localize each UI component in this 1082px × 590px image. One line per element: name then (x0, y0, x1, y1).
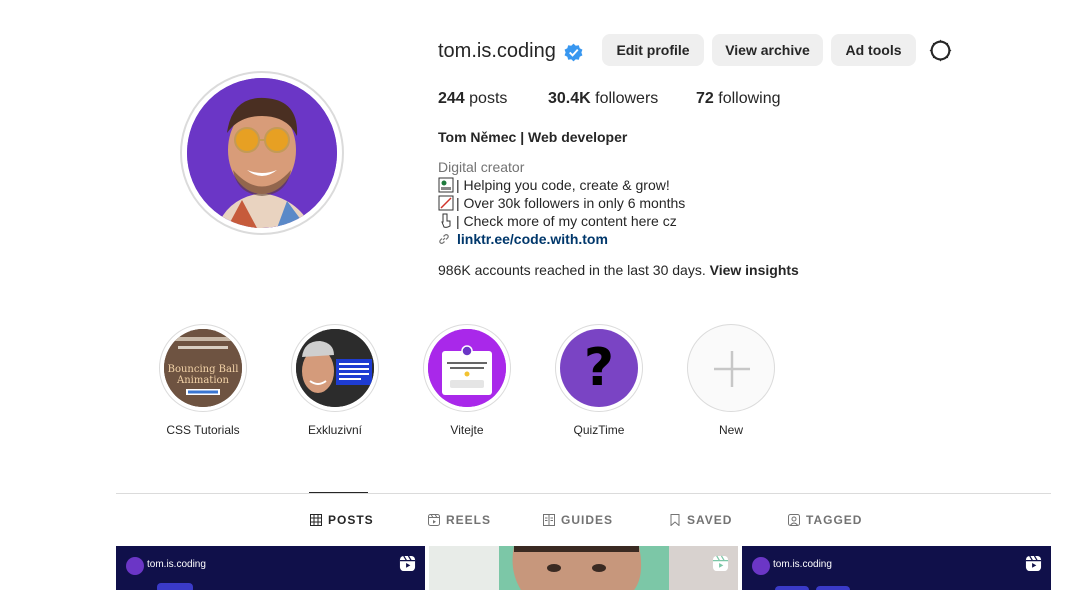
post-tag-pill (775, 586, 809, 590)
profile-category: Digital creator (438, 159, 525, 175)
bio-line-text: | Helping you code, create & grow! (456, 177, 670, 193)
view-archive-button[interactable]: View archive (712, 34, 823, 66)
highlight-thumbnail: ? (560, 329, 638, 407)
plus-icon (714, 351, 750, 387)
bio-line: | Helping you code, create & grow! (438, 177, 670, 193)
avatar-photo (187, 78, 337, 228)
verified-badge-icon (564, 43, 583, 62)
highlight-thumbnail (296, 329, 374, 407)
bio-line-text: | Check more of my content here cz (456, 213, 677, 229)
tab-label: SAVED (687, 513, 733, 527)
highlight-thumb-text: Animation (176, 375, 230, 386)
posts-stat: 244 posts (438, 90, 507, 108)
tab-reels[interactable]: REELS (428, 513, 491, 527)
bookmark-icon (670, 514, 680, 526)
followers-stat[interactable]: 30.4K followers (548, 90, 658, 108)
post-author-avatar (752, 557, 770, 575)
pointing-down-emoji-icon (441, 213, 451, 228)
highlight-css-tutorials[interactable]: Bouncing Ball Animation (159, 324, 247, 412)
reel-indicator-icon (399, 555, 416, 572)
highlight-css-thumb-art: Bouncing Ball Animation (164, 329, 242, 407)
new-highlight-button[interactable] (687, 324, 775, 412)
highlight-label: CSS Tutorials (166, 423, 240, 437)
tagged-icon (788, 514, 800, 526)
tab-guides[interactable]: GUIDES (543, 513, 613, 527)
highlight-label: New (718, 423, 743, 437)
bio-line-text: | Over 30k followers in only 6 months (456, 195, 686, 211)
highlight-exkluzivni[interactable] (291, 324, 379, 412)
tab-label: GUIDES (561, 513, 614, 527)
bio-line: | Check more of my content here cz (438, 213, 677, 229)
following-count: 72 (696, 90, 714, 107)
post-thumbnail[interactable]: tom.is.coding (742, 546, 1051, 590)
avatar[interactable] (187, 78, 337, 228)
posts-label: posts (464, 90, 508, 107)
bio-line: | Over 30k followers in only 6 months (438, 195, 685, 211)
highlight-label: QuizTime (573, 423, 625, 437)
post-author-name: tom.is.coding (773, 559, 832, 570)
highlight-thumbnail (428, 329, 506, 407)
highlight-thumb-text: Bouncing Ball (168, 364, 239, 375)
active-tab-indicator (309, 492, 368, 493)
link-icon (439, 234, 449, 244)
post-thumbnail[interactable] (429, 546, 738, 590)
highlight-quiztime[interactable]: ? (555, 324, 643, 412)
post-author-avatar (126, 557, 144, 575)
guides-icon (543, 514, 555, 526)
laptop-emoji-icon (438, 177, 454, 193)
question-mark-icon: ? (583, 338, 615, 398)
post-author-name: tom.is.coding (147, 559, 206, 570)
grid-icon (310, 514, 322, 526)
following-label: following (713, 90, 781, 107)
insights-summary: 986K accounts reached in the last 30 day… (438, 262, 799, 278)
reels-icon (428, 514, 440, 526)
post-thumbnail[interactable]: tom.is.coding (116, 546, 425, 590)
post-photo (429, 546, 738, 590)
tabs-divider (116, 493, 1051, 494)
post-tag-pill (157, 583, 193, 590)
tab-saved[interactable]: SAVED (669, 513, 732, 527)
profile-link[interactable]: linktr.ee/code.with.tom (438, 231, 608, 247)
highlight-vitejte-thumb-art (428, 329, 506, 407)
highlight-exkluzivni-thumb-art (296, 329, 374, 407)
reel-indicator-icon (1025, 555, 1042, 572)
highlight-thumbnail: Bouncing Ball Animation (164, 329, 242, 407)
insights-text: 986K accounts reached in the last 30 day… (438, 262, 710, 278)
tab-tagged[interactable]: TAGGED (788, 513, 862, 527)
view-insights-link[interactable]: View insights (710, 262, 799, 278)
profile-full-name: Tom Němec | Web developer (438, 129, 628, 145)
settings-gear-icon[interactable] (928, 38, 953, 63)
tab-label: TAGGED (806, 513, 863, 527)
posts-count: 244 (438, 90, 465, 107)
highlight-label: Vitejte (450, 423, 484, 437)
chart-increasing-emoji-icon (438, 195, 454, 211)
tab-posts[interactable]: POSTS (310, 513, 374, 527)
ad-tools-button[interactable]: Ad tools (831, 34, 916, 66)
profile-username: tom.is.coding (438, 40, 556, 62)
reel-indicator-icon (712, 555, 729, 572)
following-stat[interactable]: 72 following (696, 90, 781, 108)
tab-label: REELS (446, 513, 492, 527)
profile-link-text: linktr.ee/code.with.tom (457, 231, 608, 247)
highlight-vitejte[interactable] (423, 324, 511, 412)
edit-profile-button[interactable]: Edit profile (602, 34, 704, 66)
post-tag-pill (816, 586, 850, 590)
highlight-label: Exkluzivní (307, 423, 363, 437)
followers-label: followers (590, 90, 659, 107)
tab-label: POSTS (328, 513, 374, 527)
followers-count: 30.4K (548, 90, 591, 107)
